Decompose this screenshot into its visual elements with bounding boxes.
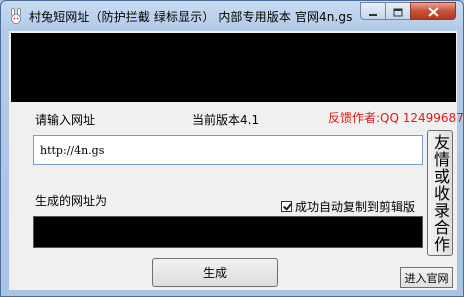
- maximize-button[interactable]: [385, 2, 411, 20]
- partnership-button-label: 友情或收录合作: [431, 133, 450, 253]
- generate-button[interactable]: 生成: [152, 258, 278, 287]
- auto-copy-option[interactable]: 成功自动复制到剪辑版: [281, 198, 415, 215]
- banner-area: [11, 33, 456, 102]
- auto-copy-checkbox[interactable]: [281, 201, 292, 212]
- enter-site-button[interactable]: 进入官网: [400, 267, 453, 288]
- feedback-link[interactable]: 反馈作者:QQ 12499687: [328, 109, 464, 126]
- title-bar: 村兔短网址（防护拦截 绿标显示） 内部专用版本 官网4n.gs: [1, 1, 463, 31]
- input-url-label: 请输入网址: [35, 113, 96, 127]
- close-icon: [427, 2, 439, 21]
- window-title: 村兔短网址（防护拦截 绿标显示） 内部专用版本 官网4n.gs: [29, 10, 353, 24]
- minimize-button[interactable]: [360, 2, 386, 20]
- close-button[interactable]: [410, 2, 456, 20]
- version-label: 当前版本4.1: [192, 113, 260, 127]
- rabbit-icon: [8, 7, 24, 24]
- client-area: 请输入网址 当前版本4.1 反馈作者:QQ 12499687 友情或收录合作 生…: [9, 31, 464, 290]
- partnership-button[interactable]: 友情或收录合作: [427, 130, 453, 256]
- app-window: 村兔短网址（防护拦截 绿标显示） 内部专用版本 官网4n.gs 请输入网址 当前…: [0, 0, 464, 297]
- url-input[interactable]: [33, 135, 423, 165]
- output-url-field[interactable]: [33, 216, 423, 248]
- maximize-icon: [393, 2, 403, 21]
- minimize-icon: [368, 2, 378, 21]
- auto-copy-label: 成功自动复制到剪辑版: [295, 200, 416, 214]
- output-url-label: 生成的网址为: [35, 194, 108, 208]
